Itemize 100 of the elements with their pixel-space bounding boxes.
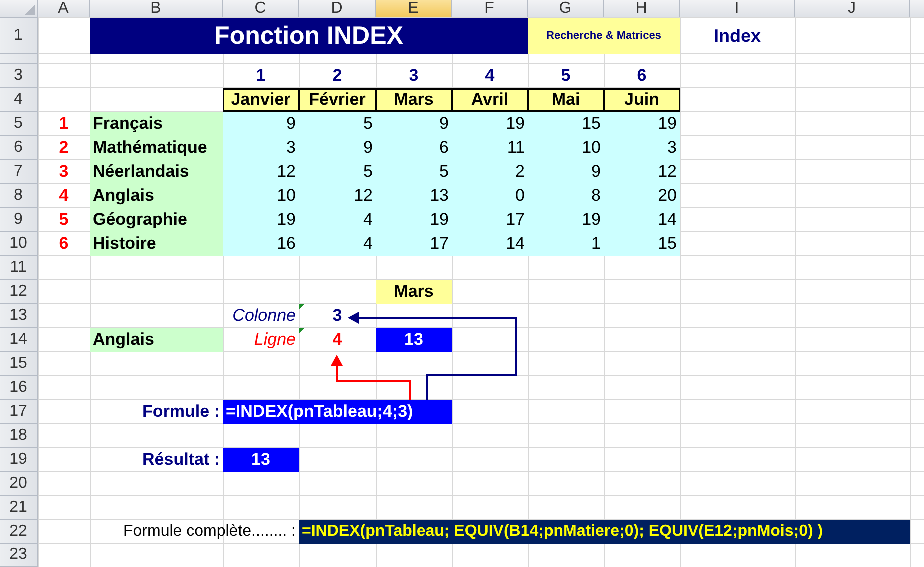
month-header: Janvier: [223, 88, 299, 112]
month-number: 5: [560, 65, 572, 87]
table-cell: 13: [376, 184, 452, 208]
month-header: Mars: [376, 88, 452, 112]
sheet-title: Fonction INDEX: [90, 18, 528, 54]
select-all-icon[interactable]: [25, 5, 35, 15]
result-label: Résultat :: [142, 449, 221, 471]
subject-name: Français: [90, 112, 223, 136]
note-marker-icon: [299, 328, 305, 334]
row-header[interactable]: 20: [0, 472, 38, 496]
column-header[interactable]: J: [795, 0, 910, 18]
month-header: Février: [299, 88, 376, 112]
row-header[interactable]: 16: [0, 376, 38, 400]
table-cell: 9: [299, 136, 376, 160]
subject-name: Géographie: [90, 208, 223, 232]
month-header: Avril: [452, 88, 528, 112]
row-header[interactable]: 13: [0, 304, 38, 328]
table-cell: 10: [528, 136, 604, 160]
table-cell: 9: [376, 112, 452, 136]
subject-name: Histoire: [90, 232, 223, 256]
row-label: Ligne: [253, 329, 297, 351]
row-header[interactable]: 18: [0, 424, 38, 448]
row-header[interactable]: 3: [0, 64, 38, 88]
month-number: 6: [636, 65, 648, 87]
table-cell: 19: [528, 208, 604, 232]
table-cell: 12: [223, 160, 299, 184]
column-label: Colonne: [232, 305, 297, 327]
table-cell: 4: [299, 208, 376, 232]
table-cell: 0: [452, 184, 528, 208]
table-cell: 5: [299, 112, 376, 136]
table-cell: 19: [604, 112, 680, 136]
result-cell: 13: [223, 448, 299, 472]
column-header[interactable]: I: [680, 0, 795, 18]
subject-number: 6: [58, 233, 70, 255]
subject-name: Néerlandais: [90, 160, 223, 184]
table-cell: 19: [223, 208, 299, 232]
column-header[interactable]: G: [528, 0, 604, 18]
table-cell: 1: [528, 232, 604, 256]
note-marker-icon: [299, 304, 305, 310]
table-cell: 9: [223, 112, 299, 136]
row-header[interactable]: 8: [0, 184, 38, 208]
subject-number: 5: [58, 209, 70, 231]
row-header[interactable]: 4: [0, 88, 38, 112]
column-header[interactable]: [910, 0, 924, 18]
table-cell: 14: [604, 208, 680, 232]
column-header[interactable]: C: [223, 0, 299, 18]
row-header[interactable]: [0, 54, 38, 64]
table-cell: 5: [376, 160, 452, 184]
row-header[interactable]: 14: [0, 328, 38, 352]
row-header[interactable]: 1: [0, 18, 38, 54]
column-header[interactable]: E: [376, 0, 452, 18]
table-cell: 3: [604, 136, 680, 160]
table-cell: 12: [604, 160, 680, 184]
subject-number: 2: [58, 137, 70, 159]
table-cell: 5: [299, 160, 376, 184]
table-cell: 8: [528, 184, 604, 208]
table-cell: 14: [452, 232, 528, 256]
table-cell: 3: [223, 136, 299, 160]
table-cell: 2: [452, 160, 528, 184]
subject-number: 4: [58, 185, 70, 207]
subject-name: Mathématique: [90, 136, 223, 160]
column-header[interactable]: A: [38, 0, 90, 18]
column-value: 3: [332, 305, 344, 327]
row-header[interactable]: 6: [0, 136, 38, 160]
table-cell: 16: [223, 232, 299, 256]
formula-cell: =INDEX(pnTableau;4;3): [223, 400, 452, 424]
month-lookup-cell: Mars: [376, 280, 452, 304]
table-cell: 9: [528, 160, 604, 184]
row-header[interactable]: 19: [0, 448, 38, 472]
month-header: Mai: [528, 88, 604, 112]
row-header[interactable]: 21: [0, 496, 38, 520]
row-header[interactable]: 10: [0, 232, 38, 256]
row-header[interactable]: 22: [0, 520, 38, 544]
table-cell: 15: [604, 232, 680, 256]
month-number: 1: [255, 65, 267, 87]
table-cell: 6: [376, 136, 452, 160]
subject-lookup-cell: Anglais: [90, 328, 223, 352]
row-header[interactable]: 12: [0, 280, 38, 304]
full-formula-cell: =INDEX(pnTableau; EQUIV(B14;pnMatiere;0); EQUIV(E12;pnMois;0) ): [299, 520, 910, 544]
month-number: 4: [484, 65, 496, 87]
table-cell: 15: [528, 112, 604, 136]
column-header[interactable]: D: [299, 0, 376, 18]
full-formula-label: Formule complète........ :: [122, 522, 297, 542]
column-header[interactable]: H: [604, 0, 680, 18]
sheet-label: Index: [712, 24, 762, 48]
formula-label: Formule :: [142, 401, 221, 423]
row-header[interactable]: 9: [0, 208, 38, 232]
row-header[interactable]: 15: [0, 352, 38, 376]
table-cell: 11: [452, 136, 528, 160]
subject-name: Anglais: [90, 184, 223, 208]
column-header[interactable]: F: [452, 0, 528, 18]
column-header[interactable]: B: [90, 0, 223, 18]
row-header[interactable]: 17: [0, 400, 38, 424]
row-header[interactable]: 11: [0, 256, 38, 280]
result-cell: 13: [376, 328, 452, 352]
subject-number: 3: [58, 161, 70, 183]
row-header[interactable]: 23: [0, 544, 38, 567]
row-header[interactable]: 7: [0, 160, 38, 184]
row-header[interactable]: 5: [0, 112, 38, 136]
table-cell: 17: [452, 208, 528, 232]
